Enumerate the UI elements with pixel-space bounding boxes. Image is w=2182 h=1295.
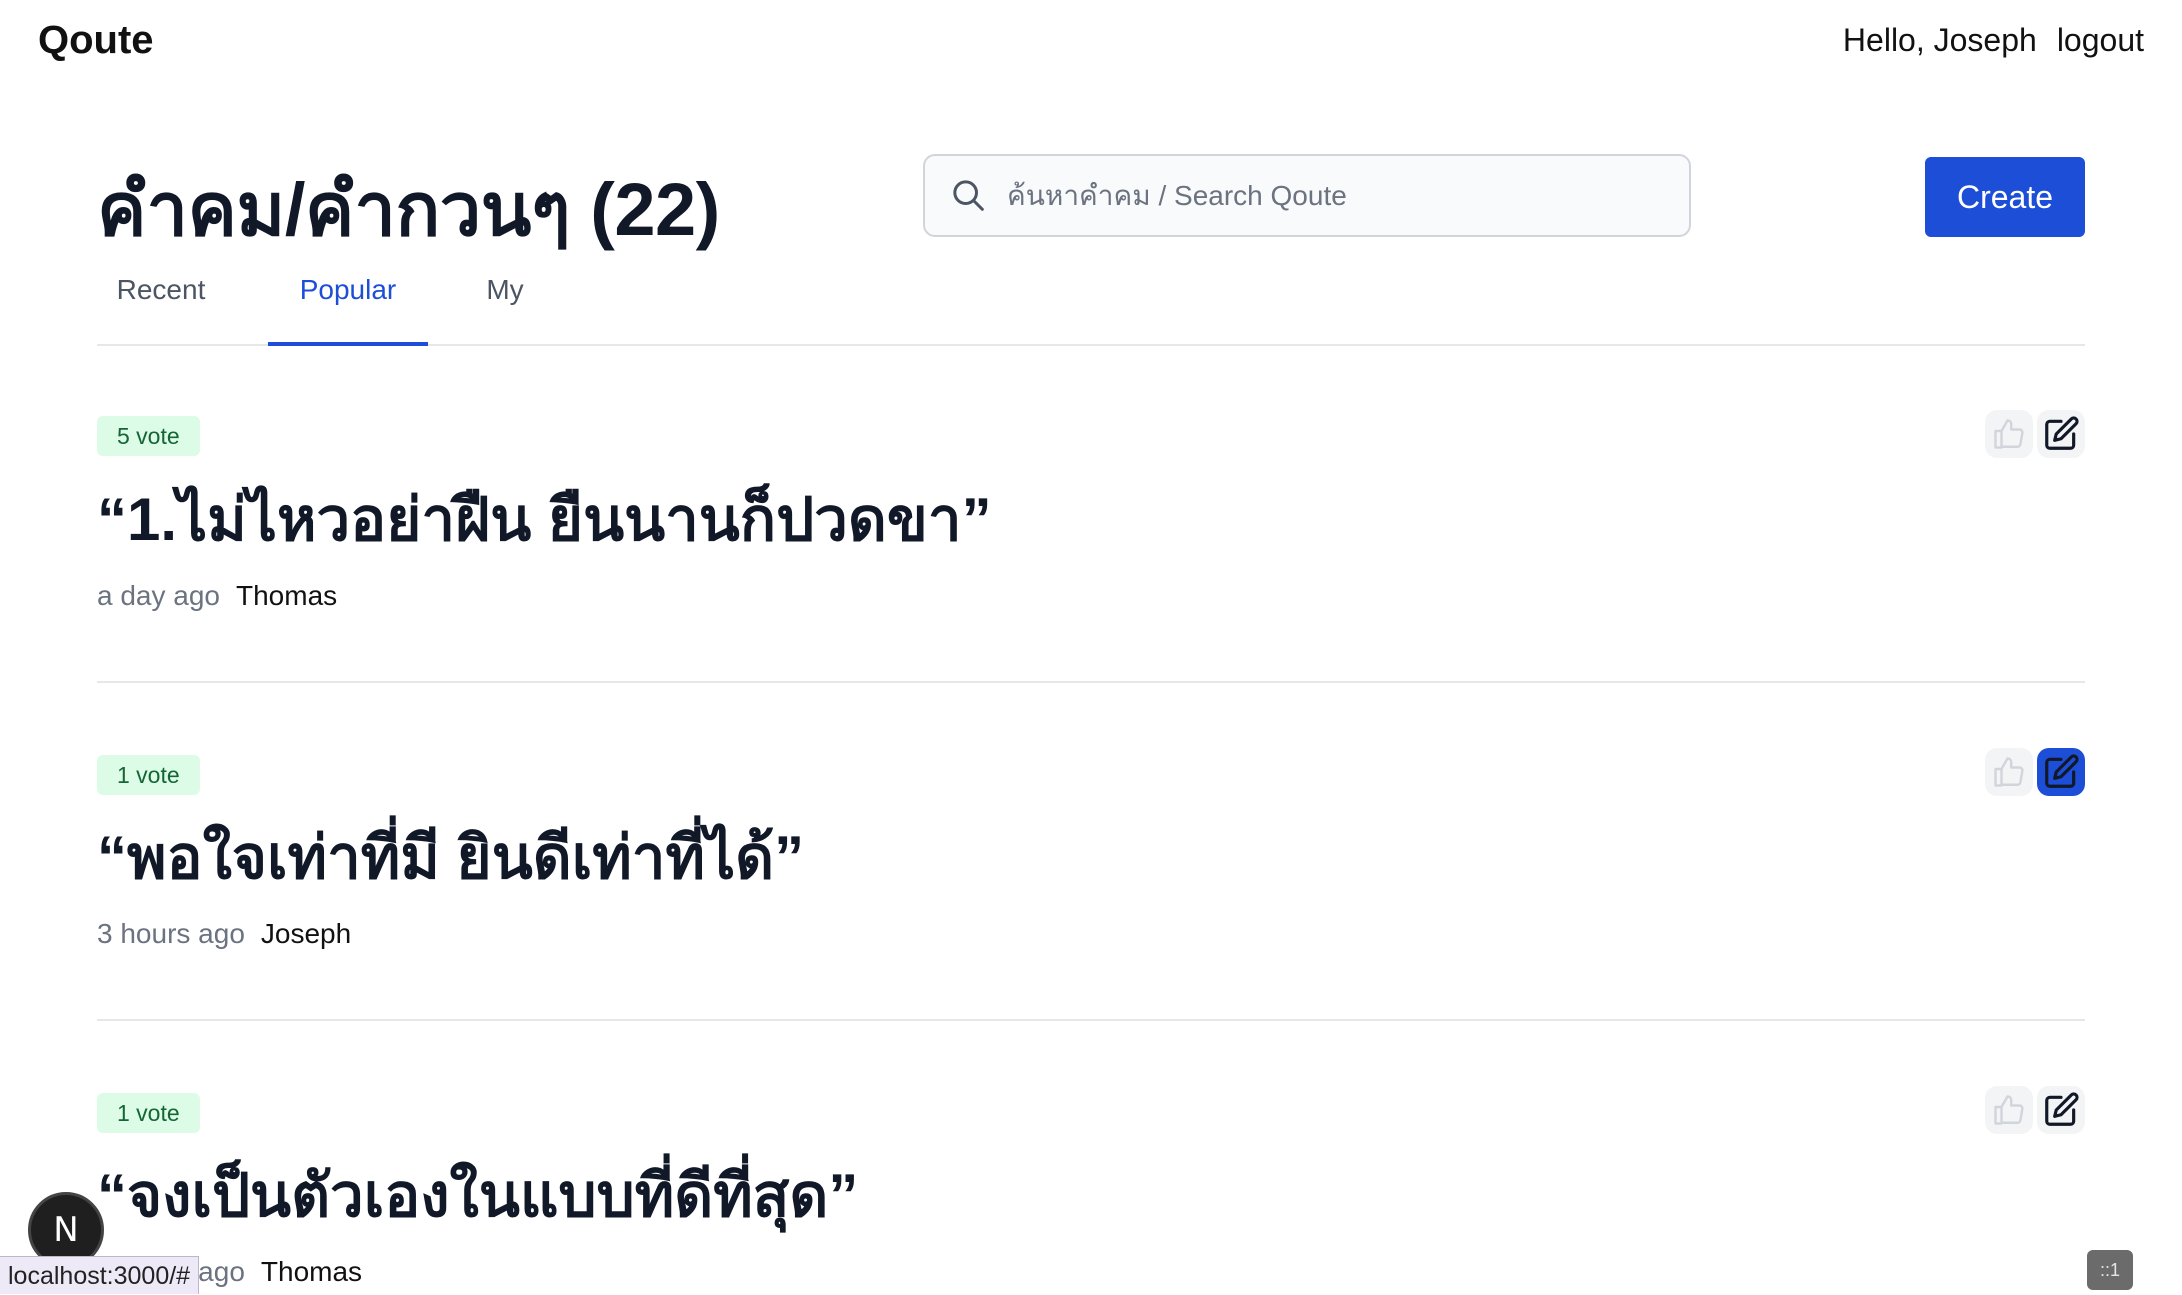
search-icon (953, 179, 984, 211)
quote-text: “จงเป็นตัวเองในแบบที่ดีที่สุด” (97, 1162, 859, 1229)
edit-button[interactable] (2037, 748, 2085, 796)
create-button[interactable]: Create (1925, 157, 2085, 237)
vote-badge: 1 vote (97, 1093, 200, 1133)
quote-text: “1.ไม่ไหวอย่าฝืน ยืนนานก็ปวดขา” (97, 486, 992, 553)
tab-bar: Recent Popular My (97, 262, 2085, 346)
vote-badge: 1 vote (97, 755, 200, 795)
edit-icon (2045, 754, 2079, 788)
tab-popular[interactable]: Popular (268, 262, 428, 346)
logout-link[interactable]: logout (2057, 22, 2144, 59)
tab-my[interactable]: My (475, 262, 535, 346)
like-button[interactable] (1985, 1086, 2033, 1134)
quote-meta: 3 hours ago Joseph (97, 918, 351, 950)
edit-icon (2045, 1092, 2079, 1126)
vote-badge: 5 vote (97, 416, 200, 456)
quote-text: “พอใจเท่าที่มี ยินดีเท่าที่ได้” (97, 824, 805, 891)
quote-item: 5 vote “1.ไม่ไหวอย่าฝืน ยืนนานก็ปวดขา” a… (97, 410, 2085, 683)
top-navbar: Qoute Hello, Joseph logout (0, 0, 2182, 86)
search-box[interactable] (923, 154, 1691, 237)
quote-time: 3 hours ago (97, 918, 245, 949)
divider (97, 1019, 2085, 1021)
quote-meta: a day ago Thomas (97, 580, 337, 612)
quote-actions (1985, 1086, 2085, 1134)
like-button[interactable] (1985, 748, 2033, 796)
divider (97, 681, 2085, 683)
edit-button[interactable] (2037, 410, 2085, 458)
quote-actions (1985, 410, 2085, 458)
quote-item: 1 vote “พอใจเท่าที่มี ยินดีเท่าที่ได้” 3… (97, 748, 2085, 1021)
tab-recent[interactable]: Recent (97, 262, 225, 346)
edit-icon (2045, 416, 2079, 450)
thumbs-up-icon (1994, 1095, 2024, 1125)
thumbs-up-icon (1994, 757, 2024, 787)
page-title: คำคม/คำกวนๆ (22) (97, 168, 720, 251)
user-greeting: Hello, Joseph (1842, 22, 2037, 58)
dev-indicator[interactable]: ::1 (2087, 1250, 2133, 1290)
like-button[interactable] (1985, 410, 2033, 458)
quote-author[interactable]: Joseph (261, 918, 351, 950)
quote-time: a day ago (97, 580, 220, 611)
quote-author[interactable]: Thomas (236, 580, 337, 612)
search-input[interactable] (1005, 178, 1665, 213)
user-nav: Hello, Joseph logout (1843, 22, 2144, 59)
quote-item: 1 vote “จงเป็นตัวเองในแบบที่ดีที่สุด” 3 … (97, 1086, 2085, 1294)
thumbs-up-icon (1994, 419, 2024, 449)
quote-author[interactable]: Thomas (261, 1256, 362, 1288)
status-bar-url: localhost:3000/# (0, 1256, 200, 1294)
brand-logo[interactable]: Qoute (38, 18, 154, 63)
edit-button[interactable] (2037, 1086, 2085, 1134)
quote-actions (1985, 748, 2085, 796)
